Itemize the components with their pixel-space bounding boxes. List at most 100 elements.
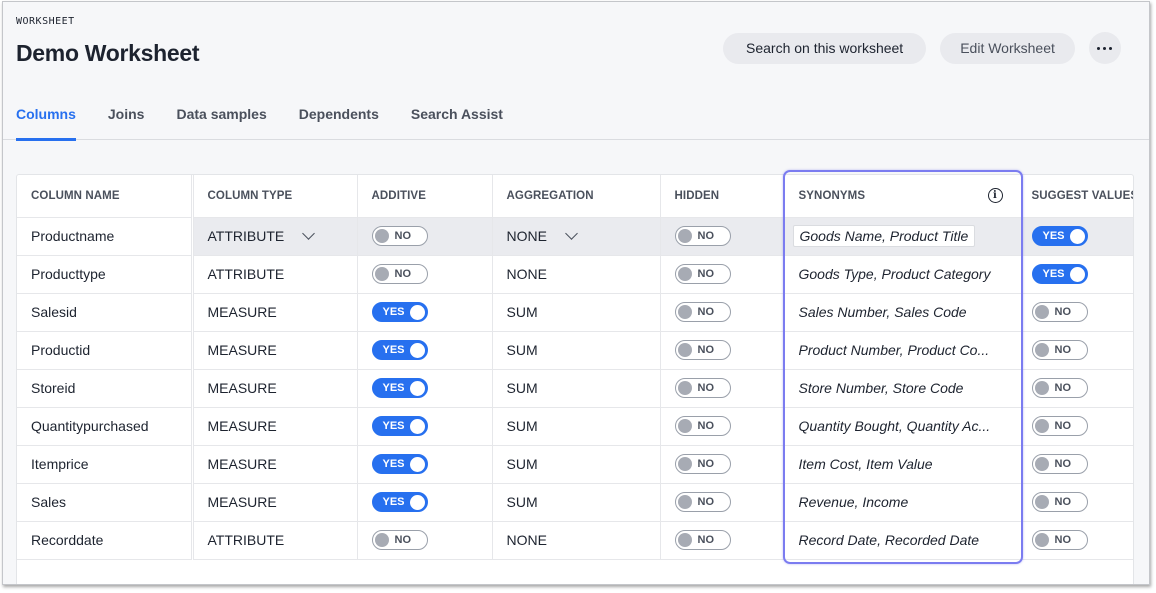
cell-synonyms[interactable]: Revenue, Income (784, 483, 1022, 522)
suggest-values-toggle[interactable]: YES (1031, 226, 1088, 246)
additive-toggle[interactable]: YES (371, 416, 428, 436)
additive-toggle[interactable]: NO (371, 264, 428, 284)
hidden-toggle[interactable]: NO (674, 492, 731, 512)
hidden-toggle-label: NO (697, 306, 715, 318)
cell-column-name: Recorddate (17, 521, 194, 560)
additive-toggle[interactable]: YES (371, 302, 428, 322)
hidden-toggle[interactable]: NO (674, 264, 731, 284)
toggle-knob (409, 343, 425, 358)
header-column-name[interactable]: COLUMN NAME (17, 175, 194, 218)
additive-toggle[interactable]: NO (371, 530, 428, 550)
hidden-toggle[interactable]: NO (674, 416, 731, 436)
hidden-toggle[interactable]: NO (674, 530, 731, 550)
suggest-values-toggle[interactable]: NO (1031, 416, 1088, 436)
additive-toggle-label: YES (382, 344, 405, 356)
chevron-down-icon (565, 227, 578, 240)
cell-suggest-values: NO (1021, 331, 1133, 370)
page-title: Demo Worksheet (16, 40, 200, 66)
cell-column-name: Productname (17, 217, 194, 256)
suggest-values-toggle-label: NO (1054, 420, 1072, 432)
table-row[interactable]: Productname ATTRIBUTE NO NONE NO Goods Name, … (17, 217, 1133, 256)
worksheet-window: WORKSHEET Demo Worksheet Search on this … (2, 1, 1150, 585)
header-synonyms-label: SYNONYMS (798, 189, 866, 202)
cell-synonyms[interactable]: Goods Type, Product Category (784, 255, 1022, 294)
header-actions: Search on this worksheet Edit Worksheet (723, 32, 1121, 64)
cell-synonyms[interactable]: Quantity Bought, Quantity Ac... (784, 407, 1022, 446)
header-hidden[interactable]: HIDDEN (660, 175, 785, 218)
tab-data-samples[interactable]: Data samples (176, 100, 266, 140)
toggle-knob (1034, 343, 1049, 357)
toggle-knob (409, 381, 425, 396)
toggle-knob (677, 267, 692, 281)
suggest-values-toggle[interactable]: YES (1031, 264, 1088, 284)
suggest-values-toggle[interactable]: NO (1031, 454, 1088, 474)
column-type-select[interactable]: ATTRIBUTE (208, 227, 343, 244)
header-synonyms[interactable]: SYNONYMS i (784, 175, 1022, 218)
suggest-values-toggle[interactable]: NO (1031, 340, 1088, 360)
hidden-toggle[interactable]: NO (674, 454, 731, 474)
hidden-toggle[interactable]: NO (674, 340, 731, 360)
hidden-toggle-label: NO (697, 382, 715, 394)
hidden-toggle-label: NO (697, 458, 715, 470)
cell-synonyms[interactable]: Sales Number, Sales Code (784, 293, 1022, 332)
tab-bar: Columns Joins Data samples Dependents Se… (3, 100, 1149, 141)
tab-columns[interactable]: Columns (16, 100, 76, 141)
info-icon[interactable]: i (987, 188, 1003, 204)
edit-worksheet-button[interactable]: Edit Worksheet (940, 32, 1075, 64)
aggregation-select[interactable]: NONE (507, 227, 646, 244)
toggle-knob (374, 267, 389, 281)
cell-aggregation[interactable]: NONE (492, 217, 661, 256)
table-row[interactable]: Storeid MEASURE YES SUM NO Store Number, Stor… (17, 369, 1133, 408)
additive-toggle[interactable]: YES (371, 340, 428, 360)
toggle-knob (409, 457, 425, 472)
more-options-button[interactable] (1088, 32, 1121, 64)
toggle-knob (374, 229, 389, 243)
more-horizontal-icon (1097, 46, 1101, 50)
table-row[interactable]: Sales MEASURE YES SUM NO Revenue, Income NO (17, 483, 1133, 522)
toggle-knob (677, 343, 692, 357)
additive-toggle[interactable]: YES (371, 378, 428, 398)
hidden-toggle[interactable]: NO (674, 302, 731, 322)
hidden-toggle[interactable]: NO (674, 226, 731, 246)
cell-column-type[interactable]: ATTRIBUTE (192, 217, 358, 256)
cell-synonyms[interactable]: Product Number, Product Co... (784, 331, 1022, 370)
toggle-knob (677, 229, 692, 243)
table-row[interactable]: Itemprice MEASURE YES SUM NO Item Cost, Item … (17, 445, 1133, 484)
suggest-values-toggle[interactable]: NO (1031, 530, 1088, 550)
header-column-type[interactable]: COLUMN TYPE (192, 175, 358, 218)
cell-hidden: NO (660, 521, 785, 560)
synonyms-input[interactable]: Goods Name, Product Title (792, 225, 976, 247)
table-row[interactable]: Producttype ATTRIBUTE NO NONE NO Goods Type, … (17, 255, 1133, 294)
table-row[interactable]: Salesid MEASURE YES SUM NO Sales Number, Sale… (17, 293, 1133, 332)
cell-additive: YES (357, 483, 493, 522)
tab-joins[interactable]: Joins (108, 100, 145, 140)
cell-synonyms[interactable]: Goods Name, Product Title (784, 217, 1022, 256)
cell-column-name: Productid (17, 331, 194, 370)
table-row[interactable]: Recorddate ATTRIBUTE NO NONE NO Record Date, … (17, 521, 1133, 560)
cell-synonyms[interactable]: Record Date, Recorded Date (784, 521, 1022, 560)
table-row[interactable]: Productid MEASURE YES SUM NO Product Number, … (17, 331, 1133, 370)
suggest-values-toggle[interactable]: NO (1031, 378, 1088, 398)
toggle-knob (1034, 305, 1049, 319)
suggest-values-toggle[interactable]: NO (1031, 302, 1088, 322)
suggest-values-toggle[interactable]: NO (1031, 492, 1088, 512)
tab-search-assist[interactable]: Search Assist (411, 100, 503, 140)
toggle-knob (374, 533, 389, 547)
toggle-knob (677, 305, 692, 319)
header-aggregation[interactable]: AGGREGATION (492, 175, 661, 218)
tab-dependents[interactable]: Dependents (299, 100, 379, 140)
hidden-toggle[interactable]: NO (674, 378, 731, 398)
header-suggest-values[interactable]: SUGGEST VALUES (1021, 175, 1133, 218)
additive-toggle[interactable]: YES (371, 454, 428, 474)
table-row[interactable]: Quantitypurchased MEASURE YES SUM NO Quantity… (17, 407, 1133, 446)
additive-toggle[interactable]: NO (371, 226, 428, 246)
header-additive[interactable]: ADDITIVE (357, 175, 493, 218)
chevron-down-icon (302, 227, 316, 240)
cell-synonyms[interactable]: Item Cost, Item Value (784, 445, 1022, 484)
search-worksheet-button[interactable]: Search on this worksheet (723, 32, 927, 64)
cell-synonyms[interactable]: Store Number, Store Code (784, 369, 1022, 408)
cell-column-type: MEASURE (192, 369, 358, 408)
additive-toggle[interactable]: YES (371, 492, 428, 512)
cell-aggregation: SUM (492, 293, 661, 332)
hidden-toggle-label: NO (697, 268, 715, 280)
